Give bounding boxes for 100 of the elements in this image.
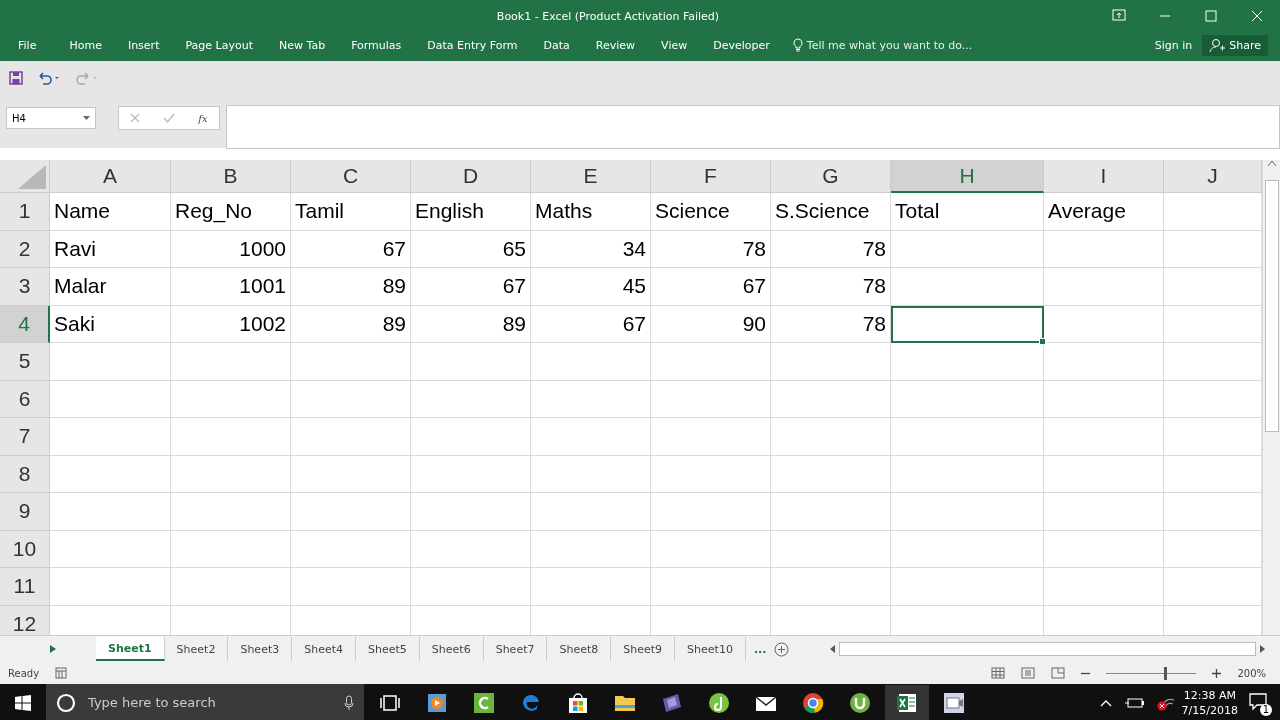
table-cell: 78 — [771, 268, 891, 306]
save-icon[interactable] — [9, 71, 23, 85]
formula-input[interactable] — [226, 105, 1280, 149]
ribbon-tab[interactable]: Home — [56, 33, 115, 57]
lightbulb-icon — [792, 38, 803, 52]
row-header[interactable]: 11 — [0, 568, 50, 606]
table-cell: Tamil — [291, 193, 411, 231]
column-header[interactable]: G — [771, 160, 891, 193]
battery-plug-icon[interactable] — [1123, 695, 1146, 710]
sheet-tab[interactable]: Sheet1 — [96, 637, 165, 661]
column-header[interactable]: D — [411, 160, 531, 193]
sheet-tab[interactable]: Sheet5 — [356, 637, 420, 661]
ribbon-tab[interactable]: Data — [530, 33, 583, 57]
column-header[interactable]: E — [531, 160, 651, 193]
table-cell: 1001 — [171, 268, 291, 306]
row-header[interactable]: 4 — [0, 305, 50, 343]
clock-date[interactable]: 7/15/2018 — [1181, 702, 1238, 718]
row-header[interactable]: 5 — [0, 343, 50, 381]
row-header[interactable]: 6 — [0, 380, 50, 418]
table-cell: 89 — [411, 305, 531, 343]
table-cell: 65 — [411, 230, 531, 268]
tell-me-search[interactable]: Tell me what you want to do... — [806, 38, 973, 52]
column-header[interactable]: A — [50, 160, 171, 193]
table-cell: Name — [50, 193, 171, 231]
sheet-tab[interactable]: Sheet9 — [611, 637, 676, 661]
insert-function-button[interactable]: fx — [198, 112, 208, 124]
name-box[interactable]: H4 — [6, 107, 96, 129]
ribbon-tab[interactable]: View — [648, 33, 701, 57]
window-title: Book1 - Excel (Product Activation Failed) — [495, 9, 721, 23]
macro-record-icon[interactable] — [55, 667, 68, 679]
video-window-icon[interactable] — [942, 690, 966, 715]
share-button[interactable]: Share — [1202, 34, 1268, 56]
sheet-tab[interactable]: Sheet10 — [675, 637, 746, 661]
ribbon-tab[interactable]: Page Layout — [172, 33, 266, 57]
row-header[interactable]: 10 — [0, 530, 50, 568]
fill-handle[interactable] — [1039, 338, 1046, 345]
table-cell: 1000 — [171, 230, 291, 268]
row-header[interactable]: 8 — [0, 455, 50, 493]
table-cell: 45 — [531, 268, 651, 306]
excel-icon[interactable] — [885, 684, 929, 720]
clock-time[interactable]: 12:38 AM — [1181, 687, 1238, 703]
table-cell: 67 — [411, 268, 531, 306]
table-cell: Malar — [50, 268, 171, 306]
column-header[interactable]: J — [1164, 160, 1262, 193]
horizontal-scrollbar[interactable] — [829, 642, 1266, 656]
table-cell: 89 — [291, 305, 411, 343]
scroll-right-icon[interactable] — [1258, 645, 1266, 653]
more-sheets-button[interactable]: ... — [753, 642, 767, 656]
undo-icon[interactable] — [37, 71, 61, 85]
chevron-up-icon[interactable] — [1099, 698, 1112, 707]
zoom-level[interactable]: 200% — [1237, 667, 1266, 679]
column-header[interactable]: I — [1044, 160, 1164, 193]
sheet-tab[interactable]: Sheet3 — [228, 637, 293, 661]
row-header[interactable]: 7 — [0, 418, 50, 456]
notification-count[interactable]: 1 — [1248, 691, 1270, 714]
c-tile-icon[interactable] — [472, 690, 496, 715]
ribbon-tab[interactable]: Developer — [700, 33, 783, 57]
ribbon-tab[interactable]: Data Entry Form — [414, 33, 531, 57]
ribbon-tab[interactable]: New Tab — [266, 33, 339, 57]
new-sheet-icon[interactable] — [774, 641, 790, 657]
row-header[interactable]: 3 — [0, 268, 50, 306]
scroll-up-icon[interactable] — [1267, 160, 1276, 166]
column-header[interactable]: C — [291, 160, 411, 193]
ribbon-tab[interactable]: Formulas — [338, 33, 415, 57]
sheet-tab[interactable]: Sheet7 — [483, 637, 548, 661]
normal-view-icon[interactable] — [991, 667, 1006, 679]
scroll-left-icon[interactable] — [829, 645, 838, 653]
row-header[interactable]: 1 — [0, 193, 50, 231]
ribbon-tab[interactable]: Insert — [114, 33, 173, 57]
chrome-icon[interactable] — [801, 690, 825, 715]
table-cell: 67 — [291, 230, 411, 268]
column-header[interactable]: H — [891, 160, 1044, 193]
column-header[interactable]: F — [651, 160, 771, 193]
row-header[interactable]: 9 — [0, 493, 50, 531]
vertical-scrollbar[interactable] — [1262, 160, 1280, 635]
store-bag-icon[interactable] — [566, 690, 590, 715]
sheet-tab[interactable]: Sheet8 — [547, 637, 612, 661]
cell-reference: H4 — [12, 112, 26, 124]
sheet-tab[interactable]: Sheet4 — [292, 637, 357, 661]
table-cell: 67 — [651, 268, 771, 306]
person-add-icon — [1209, 37, 1226, 53]
ribbon-tab[interactable]: Review — [582, 33, 649, 57]
zoom-in-icon[interactable] — [1212, 668, 1222, 678]
dropdown-icon[interactable] — [83, 116, 90, 120]
sign-in-link[interactable]: Sign in — [1154, 38, 1193, 52]
column-header[interactable]: B — [171, 160, 291, 193]
page-break-icon[interactable] — [1051, 667, 1066, 679]
ribbon-tab[interactable]: File — [0, 33, 57, 57]
windows-start-icon[interactable] — [15, 694, 31, 711]
next-sheet-icon[interactable] — [50, 645, 56, 653]
active-cell[interactable] — [891, 305, 1044, 343]
sheet-tab[interactable]: Sheet2 — [164, 637, 229, 661]
taskbar-search-field[interactable]: Type here to search — [46, 684, 364, 720]
sheet-tab[interactable]: Sheet6 — [419, 637, 484, 661]
search-input[interactable]: Type here to search — [86, 694, 334, 711]
microphone-icon[interactable] — [344, 694, 354, 711]
row-header[interactable]: 2 — [0, 230, 50, 268]
checkmark-icon[interactable] — [163, 113, 176, 123]
row-header[interactable]: 12 — [0, 605, 50, 635]
table-cell: 34 — [531, 230, 651, 268]
